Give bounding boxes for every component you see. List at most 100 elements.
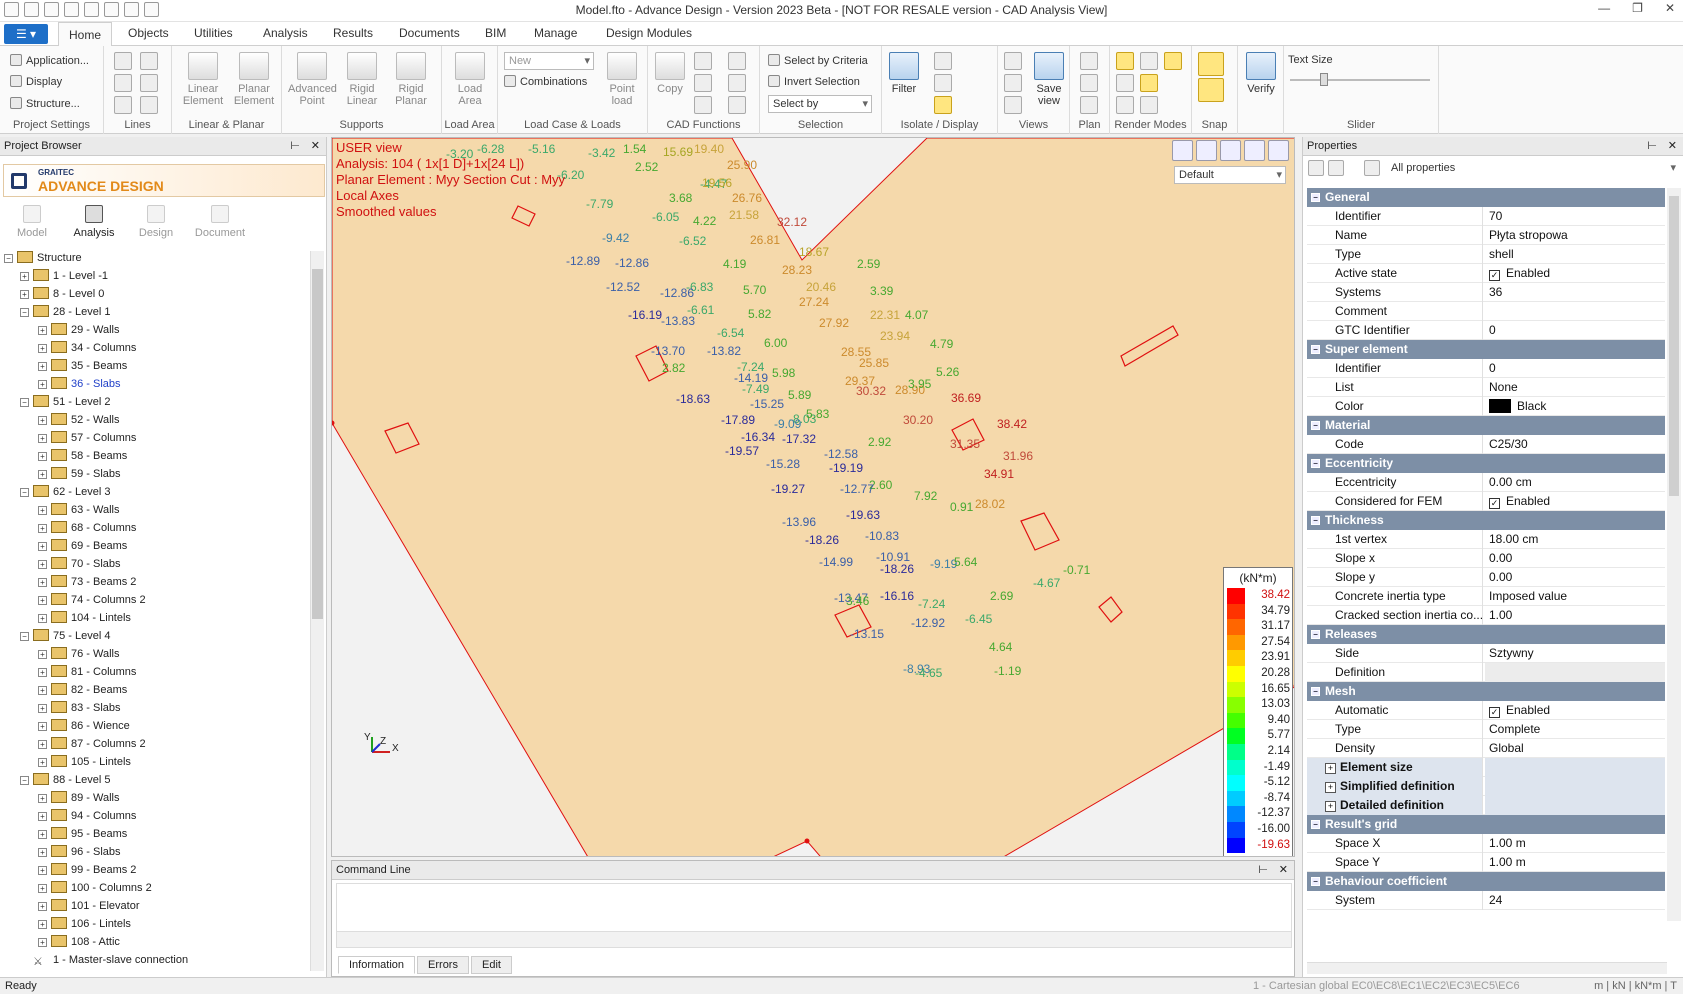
view-front-icon[interactable]	[1004, 74, 1022, 92]
tree-group-item[interactable]: +89 - Walls	[4, 789, 308, 807]
tree-group-item[interactable]: +74 - Columns 2	[4, 591, 308, 609]
expand-icon[interactable]: +	[38, 524, 47, 533]
command-output[interactable]	[336, 883, 1292, 948]
cad-analysis-view[interactable]: -3.20 -6.28 -5.16 -3.42 1.54 15.69 19.40 2.52 -4…	[331, 137, 1295, 857]
property-value[interactable]: 36	[1485, 283, 1665, 302]
collapse-icon[interactable]: −	[20, 398, 29, 407]
property-row[interactable]: Space X 1.00 m	[1307, 834, 1665, 853]
property-value[interactable]: 18.00 cm	[1485, 530, 1665, 549]
property-row[interactable]: Cracked section inertia co... 1.00	[1307, 606, 1665, 625]
expand-icon[interactable]: +	[38, 812, 47, 821]
tree-group-item[interactable]: +99 - Beams 2	[4, 861, 308, 879]
plan-axes-icon[interactable]	[1080, 96, 1098, 114]
mode-tab-design[interactable]: Design	[124, 205, 188, 239]
tab-bim[interactable]: BIM	[485, 26, 506, 40]
property-value[interactable]: Complete	[1485, 720, 1665, 739]
snap-magnet-icon[interactable]	[1198, 52, 1224, 76]
property-value[interactable]	[1485, 302, 1665, 321]
property-category[interactable]: Super element	[1307, 340, 1665, 359]
point-load-button[interactable]: Point load	[602, 52, 642, 107]
tree-scrollbar[interactable]	[310, 251, 324, 971]
property-row[interactable]: List None	[1307, 378, 1665, 397]
tree-group-item[interactable]: +105 - Lintels	[4, 753, 308, 771]
load-properties-icon[interactable]	[1328, 160, 1344, 176]
collapse-icon[interactable]	[1311, 687, 1320, 696]
filter-button[interactable]: Filter	[886, 52, 922, 95]
tab-errors[interactable]: Errors	[417, 956, 469, 974]
property-category[interactable]: Releases	[1307, 625, 1665, 644]
display-settings-button[interactable]: Display	[10, 75, 62, 88]
property-value[interactable]: C25/30	[1485, 435, 1665, 454]
tab-results[interactable]: Results	[333, 26, 373, 40]
close-icon[interactable]: ✕	[1665, 1, 1675, 15]
save-properties-icon[interactable]	[1308, 160, 1324, 176]
expand-icon[interactable]: +	[38, 362, 47, 371]
expand-icon[interactable]: +	[38, 722, 47, 731]
tree-group-item[interactable]: +94 - Columns	[4, 807, 308, 825]
property-row[interactable]: Definition	[1307, 663, 1665, 682]
scrollbar-thumb[interactable]	[1669, 196, 1679, 496]
tree-group-item[interactable]: +87 - Columns 2	[4, 735, 308, 753]
tree-group-item[interactable]: +96 - Slabs	[4, 843, 308, 861]
combinations-button[interactable]: Combinations	[504, 75, 587, 88]
zoom-icon[interactable]	[1172, 140, 1193, 161]
measure-icon[interactable]	[114, 96, 132, 114]
tab-utilities[interactable]: Utilities	[194, 26, 233, 40]
tab-information[interactable]: Information	[338, 956, 416, 974]
tree-level-item[interactable]: − 62 - Level 3	[4, 483, 308, 501]
expand-icon[interactable]: +	[38, 758, 47, 767]
tree-level-item[interactable]: +8 - Level 0	[4, 285, 308, 303]
expand-icon[interactable]: +	[38, 506, 47, 515]
tree-level-item[interactable]: − 75 - Level 4	[4, 627, 308, 645]
collapse-icon[interactable]	[1311, 516, 1320, 525]
property-value[interactable]: 0.00	[1485, 568, 1665, 587]
expand-icon[interactable]: +	[38, 794, 47, 803]
expand-icon[interactable]: +	[38, 452, 47, 461]
property-row[interactable]: Systems 36	[1307, 283, 1665, 302]
command-hscrollbar[interactable]	[337, 931, 1291, 947]
tab-objects[interactable]: Objects	[128, 26, 169, 40]
zoom-window-icon[interactable]	[1196, 140, 1217, 161]
tree-level-item[interactable]: ⚔ 1 - Master-slave connection	[4, 951, 308, 969]
tree-group-item[interactable]: +95 - Beams	[4, 825, 308, 843]
property-row[interactable]: Code C25/30	[1307, 435, 1665, 454]
property-value[interactable]: 70	[1485, 207, 1665, 226]
collapse-icon[interactable]	[1311, 421, 1320, 430]
tree-group-item[interactable]: +52 - Walls	[4, 411, 308, 429]
property-subgroup[interactable]: Detailed definition	[1307, 796, 1665, 815]
pan-icon[interactable]	[1244, 140, 1265, 161]
load-area-button[interactable]: Load Area	[448, 52, 492, 107]
render-local-axes-icon[interactable]	[1140, 74, 1158, 92]
tab-analysis[interactable]: Analysis	[263, 26, 308, 40]
tree-level-item[interactable]: +1 - Level -1	[4, 267, 308, 285]
tree-group-item[interactable]: +76 - Walls	[4, 645, 308, 663]
collapse-icon[interactable]: −	[20, 488, 29, 497]
property-value[interactable]: Global	[1485, 739, 1665, 758]
tree-group-item[interactable]: +106 - Lintels	[4, 915, 308, 933]
pin-icon[interactable]: ⊢	[290, 139, 300, 152]
mirror-icon[interactable]	[694, 96, 712, 114]
expand-icon[interactable]: +	[38, 884, 47, 893]
tab-design-modules[interactable]: Design Modules	[606, 26, 692, 40]
collapse-icon[interactable]	[1311, 459, 1320, 468]
scrollbar-thumb[interactable]	[312, 269, 323, 619]
property-value[interactable]: 0	[1485, 321, 1665, 340]
tree-group-item[interactable]: +69 - Beams	[4, 537, 308, 555]
line-plus-icon[interactable]	[114, 52, 132, 70]
tree-group-item[interactable]: +100 - Columns 2	[4, 879, 308, 897]
tree-level-item[interactable]: − 28 - Level 1	[4, 303, 308, 321]
property-category[interactable]: Eccentricity	[1307, 454, 1665, 473]
render-texture-icon[interactable]	[1140, 96, 1158, 114]
expand-icon[interactable]: +	[38, 866, 47, 875]
close-icon[interactable]: ✕	[311, 139, 320, 152]
property-row[interactable]: 1st vertex 18.00 cm	[1307, 530, 1665, 549]
plan-level-icon[interactable]	[1080, 74, 1098, 92]
property-value[interactable]: 0.00 cm	[1485, 473, 1665, 492]
tab-edit[interactable]: Edit	[470, 956, 512, 974]
property-category[interactable]: Thickness	[1307, 511, 1665, 530]
expand-icon[interactable]: +	[38, 416, 47, 425]
text-size-slider-thumb[interactable]	[1320, 73, 1328, 86]
property-value[interactable]: 24	[1485, 891, 1665, 910]
minimize-icon[interactable]: —	[1598, 1, 1610, 15]
checkbox-checked[interactable]: ✓	[1489, 270, 1500, 281]
